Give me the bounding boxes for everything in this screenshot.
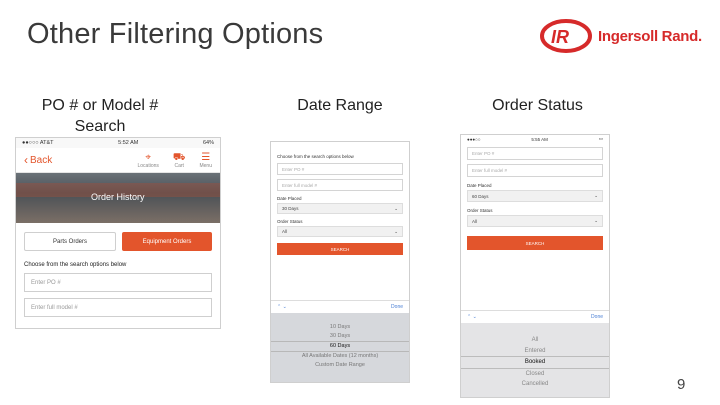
battery-label: 64% — [202, 140, 214, 146]
search-button[interactable]: SEARCH — [467, 236, 603, 250]
menu-label: Menu — [199, 162, 212, 169]
locations-button[interactable]: ⌖ Locations — [137, 152, 158, 169]
phone-screenshot-date-range: Choose from the search options below Ent… — [270, 141, 410, 383]
picker-toolbar: ⌃ ⌄ Done — [271, 300, 409, 313]
po-input[interactable]: Enter PO # — [277, 163, 403, 175]
logo-wordmark: Ingersoll Rand. — [598, 28, 702, 45]
picker-toolbar: ⌃ ⌄ Done — [461, 310, 609, 323]
po-input[interactable]: Enter PO # — [467, 147, 603, 160]
order-status-label: Order Status — [467, 208, 493, 213]
back-label: Back — [30, 154, 53, 166]
svg-text:IR: IR — [551, 27, 569, 47]
chevron-down-icon: ⌄ — [394, 228, 398, 234]
done-button[interactable]: Done — [391, 304, 403, 310]
model-input[interactable]: Enter full model # — [467, 164, 603, 177]
done-button[interactable]: Done — [591, 314, 603, 320]
phone-screenshot-order-status: ●●●○○ 5:55 AM ▭ Enter PO # Enter full mo… — [460, 134, 610, 398]
hero-image: Order History — [16, 173, 220, 223]
model-input[interactable]: Enter full model # — [277, 179, 403, 191]
order-status-select[interactable]: All ⌄ — [277, 226, 403, 237]
picker-option[interactable]: 10 Days — [271, 323, 409, 332]
battery-icon: ▭ — [598, 136, 603, 141]
chevron-down-icon: ⌄ — [594, 218, 598, 223]
chevron-left-icon: ‹ — [24, 153, 28, 167]
date-range-picker[interactable]: 10 Days 30 Days 60 Days All Available Da… — [271, 313, 409, 382]
chevron-down-icon: ⌄ — [594, 193, 598, 198]
picker-option[interactable]: Entered — [461, 346, 609, 357]
carrier-label: ●●○○○ AT&T — [22, 140, 54, 146]
page-number: 9 — [677, 376, 686, 393]
slide-title: Other Filtering Options — [27, 18, 324, 50]
locations-label: Locations — [137, 162, 159, 169]
status-time: 5:55 AM — [531, 136, 548, 142]
picker-option-selected[interactable]: 60 Days — [271, 341, 409, 352]
po-input[interactable]: Enter PO # — [24, 273, 212, 292]
order-status-select[interactable]: All ⌄ — [467, 215, 603, 227]
tab-parts-orders[interactable]: Parts Orders — [24, 232, 116, 251]
heading-order-status: Order Status — [492, 97, 583, 114]
status-time: 5:52 AM — [118, 140, 139, 146]
picker-option[interactable]: All — [461, 335, 609, 346]
order-status-picker[interactable]: All Entered Booked Closed Cancelled — [461, 323, 609, 397]
heading-date-range: Date Range — [297, 97, 383, 114]
order-type-tabs: Parts Orders Equipment Orders — [16, 223, 220, 260]
date-placed-label: Date Placed — [467, 183, 492, 188]
date-placed-select[interactable]: 60 Days ⌄ — [467, 190, 603, 202]
nav-icons: ⌖ Locations ⛟ Cart ☰ Menu — [137, 152, 212, 169]
order-status-value: All — [472, 218, 478, 224]
phone-screenshot-po-search: ●●○○○ AT&T 5:52 AM 64% ‹ Back ⌖ Location… — [15, 137, 221, 329]
model-input[interactable]: Enter full model # — [24, 298, 212, 317]
choose-label: Choose from the search options below — [24, 262, 127, 268]
cart-label: Cart — [174, 162, 184, 169]
chevron-up-down-icon[interactable]: ⌃ ⌄ — [467, 314, 477, 320]
cart-button[interactable]: ⛟ Cart — [173, 152, 186, 169]
menu-button[interactable]: ☰ Menu — [199, 152, 212, 169]
hero-title: Order History — [91, 192, 145, 202]
status-bar: ●●○○○ AT&T 5:52 AM 64% — [16, 138, 220, 148]
signal-icon: ●●●○○ — [467, 136, 481, 142]
status-bar: ●●●○○ 5:55 AM ▭ — [461, 135, 609, 143]
picker-option[interactable]: Cancelled — [461, 379, 609, 390]
chevron-down-icon: ⌄ — [394, 205, 398, 211]
order-status-label: Order Status — [277, 219, 303, 224]
date-placed-value: 30 Days — [282, 206, 299, 211]
nav-bar: ‹ Back ⌖ Locations ⛟ Cart ☰ Menu — [16, 148, 220, 173]
search-button[interactable]: SEARCH — [277, 243, 403, 255]
location-pin-icon: ⌖ — [145, 151, 151, 163]
picker-option[interactable]: Custom Date Range — [271, 361, 409, 370]
order-status-value: All — [282, 229, 288, 234]
choose-label: Choose from the search options below — [277, 154, 354, 159]
chevron-up-down-icon[interactable]: ⌃ ⌄ — [277, 304, 287, 310]
date-placed-select[interactable]: 30 Days ⌄ — [277, 203, 403, 214]
cart-icon: ⛟ — [172, 151, 186, 163]
tab-equipment-orders[interactable]: Equipment Orders — [122, 232, 212, 251]
heading-po-model-search: PO # or Model # Search — [41, 97, 159, 135]
back-button[interactable]: ‹ Back — [24, 153, 52, 167]
picker-option-selected[interactable]: Booked — [461, 356, 609, 369]
ingersoll-rand-logo: IR Ingersoll Rand. — [540, 18, 702, 54]
menu-icon: ☰ — [201, 151, 211, 163]
date-placed-value: 60 Days — [472, 193, 489, 199]
picker-option[interactable]: Closed — [461, 369, 609, 380]
picker-option[interactable]: 30 Days — [271, 332, 409, 341]
picker-option[interactable]: All Available Dates (12 months) — [271, 352, 409, 361]
date-placed-label: Date Placed — [277, 196, 302, 201]
ir-logo-mark-icon: IR — [540, 19, 592, 53]
